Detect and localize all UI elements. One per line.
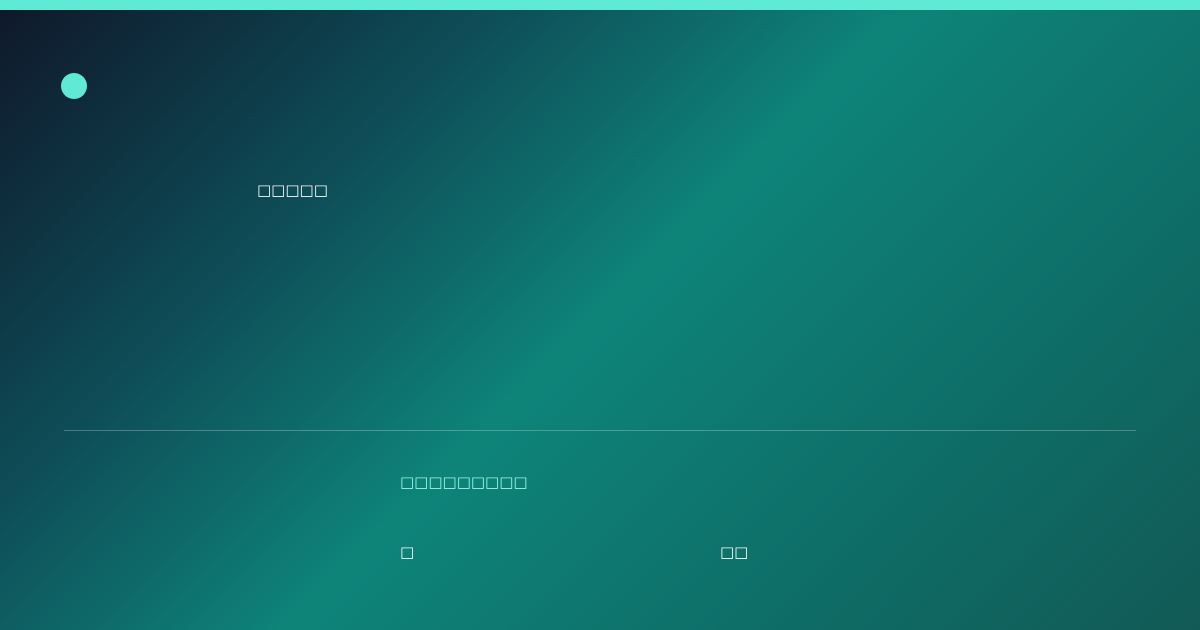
logo-dot-icon: [61, 73, 87, 99]
card-headline: □□□□□: [257, 181, 328, 199]
top-accent-bar: [0, 0, 1200, 10]
meta-right-text: □□: [720, 543, 749, 561]
meta-left-text: □: [400, 543, 415, 561]
card-subhead: □□□□□□□□□: [400, 473, 528, 491]
divider: [64, 430, 1136, 431]
